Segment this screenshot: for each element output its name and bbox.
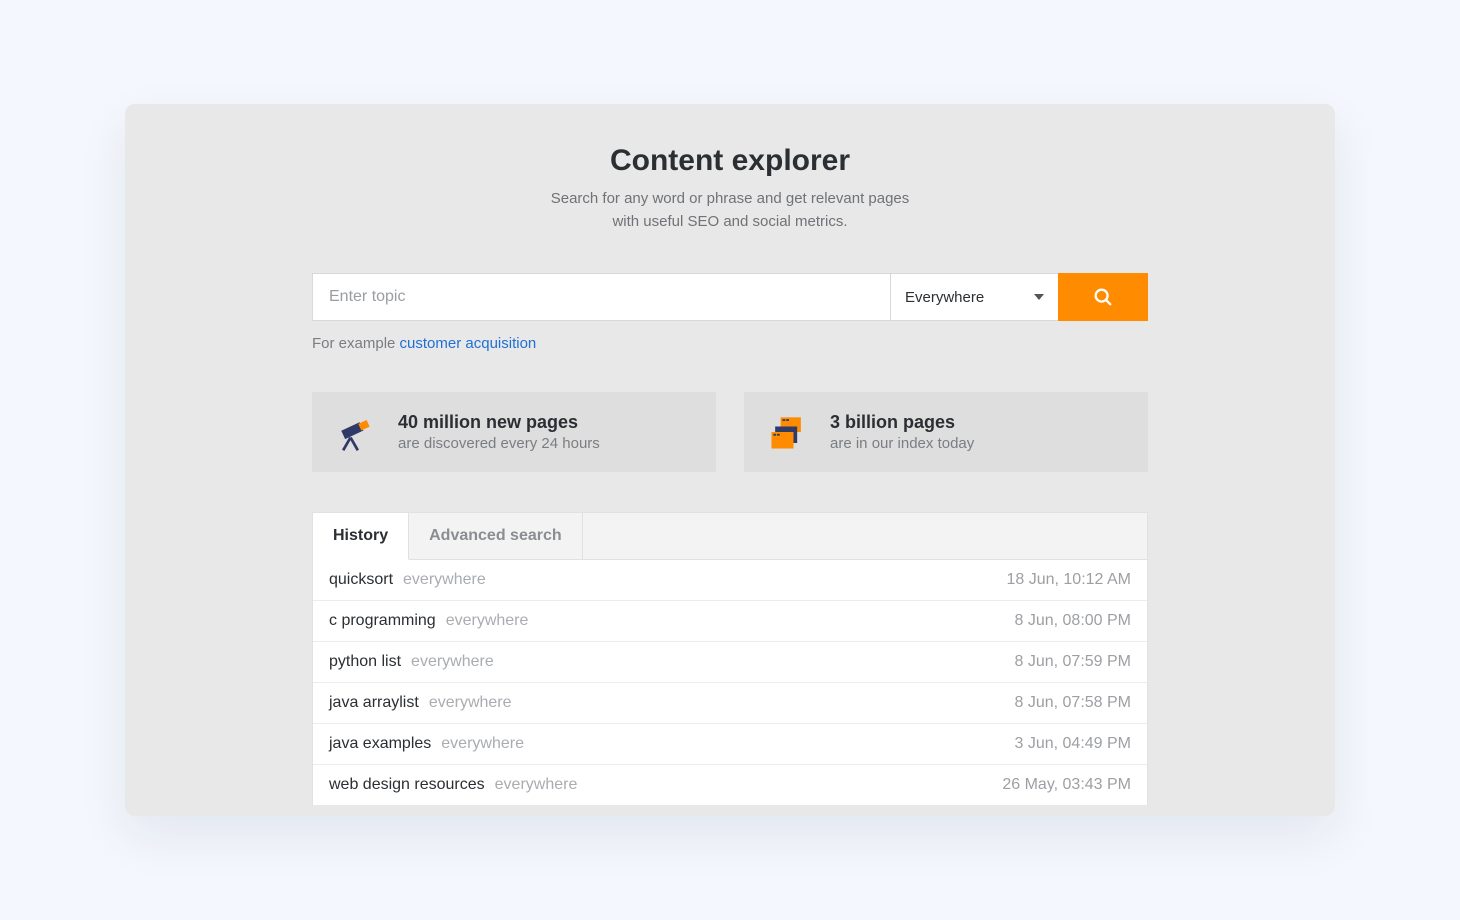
- search-bar: Everywhere: [312, 273, 1148, 321]
- history-time: 18 Jun, 10:12 AM: [1006, 571, 1131, 589]
- page-title: Content explorer: [125, 144, 1335, 178]
- history-time: 8 Jun, 07:58 PM: [1014, 694, 1131, 712]
- history-time: 3 Jun, 04:49 PM: [1014, 735, 1131, 753]
- content-container: Everywhere For example customer acquisit…: [312, 273, 1148, 805]
- topic-input[interactable]: [312, 273, 890, 321]
- history-row[interactable]: quicksort everywhere 18 Jun, 10:12 AM: [313, 560, 1147, 601]
- stat-sub: are in our index today: [830, 435, 974, 452]
- history-scope: everywhere: [403, 571, 486, 589]
- history-row[interactable]: java examples everywhere 3 Jun, 04:49 PM: [313, 724, 1147, 765]
- history-term: java examples: [329, 735, 431, 753]
- stats-row: 40 million new pages are discovered ever…: [312, 392, 1148, 472]
- history-term: web design resources: [329, 776, 485, 794]
- stat-title: 3 billion pages: [830, 412, 974, 433]
- history-list: quicksort everywhere 18 Jun, 10:12 AM c pro…: [313, 560, 1147, 805]
- tab-advanced-search[interactable]: Advanced search: [409, 513, 583, 559]
- history-time: 8 Jun, 08:00 PM: [1014, 612, 1131, 630]
- history-row[interactable]: java arraylist everywhere 8 Jun, 07:58 PM: [313, 683, 1147, 724]
- scope-label: Everywhere: [905, 289, 984, 306]
- history-term: quicksort: [329, 571, 393, 589]
- chevron-down-icon: [1034, 294, 1044, 300]
- stat-sub: are discovered every 24 hours: [398, 435, 600, 452]
- tab-history[interactable]: History: [313, 513, 409, 560]
- stat-index-pages: 3 billion pages are in our index today: [744, 392, 1148, 472]
- history-time: 8 Jun, 07:59 PM: [1014, 653, 1131, 671]
- history-scope: everywhere: [429, 694, 512, 712]
- history-card: History Advanced search quicksort everywh…: [312, 512, 1148, 805]
- stat-new-pages: 40 million new pages are discovered ever…: [312, 392, 716, 472]
- history-row[interactable]: python list everywhere 8 Jun, 07:59 PM: [313, 642, 1147, 683]
- example-link[interactable]: customer acquisition: [400, 335, 537, 352]
- telescope-icon: [334, 410, 378, 454]
- pages-icon: [766, 410, 810, 454]
- tab-bar: History Advanced search: [313, 513, 1147, 560]
- history-row[interactable]: web design resources everywhere 26 May, 03…: [313, 765, 1147, 805]
- history-scope: everywhere: [495, 776, 578, 794]
- stat-title: 40 million new pages: [398, 412, 600, 433]
- history-term: python list: [329, 653, 401, 671]
- example-prefix: For example: [312, 335, 400, 352]
- history-term: c programming: [329, 612, 436, 630]
- search-button[interactable]: [1058, 273, 1148, 321]
- content-explorer-panel: Content explorer Search for any word or …: [125, 104, 1335, 816]
- history-term: java arraylist: [329, 694, 419, 712]
- scope-select[interactable]: Everywhere: [890, 273, 1058, 321]
- history-scope: everywhere: [446, 612, 529, 630]
- history-time: 26 May, 03:43 PM: [1002, 776, 1131, 794]
- history-scope: everywhere: [411, 653, 494, 671]
- example-line: For example customer acquisition: [312, 335, 1148, 352]
- history-row[interactable]: c programming everywhere 8 Jun, 08:00 PM: [313, 601, 1147, 642]
- page-subtitle: Search for any word or phrase and get re…: [125, 188, 1335, 233]
- history-scope: everywhere: [441, 735, 524, 753]
- search-icon: [1092, 286, 1114, 308]
